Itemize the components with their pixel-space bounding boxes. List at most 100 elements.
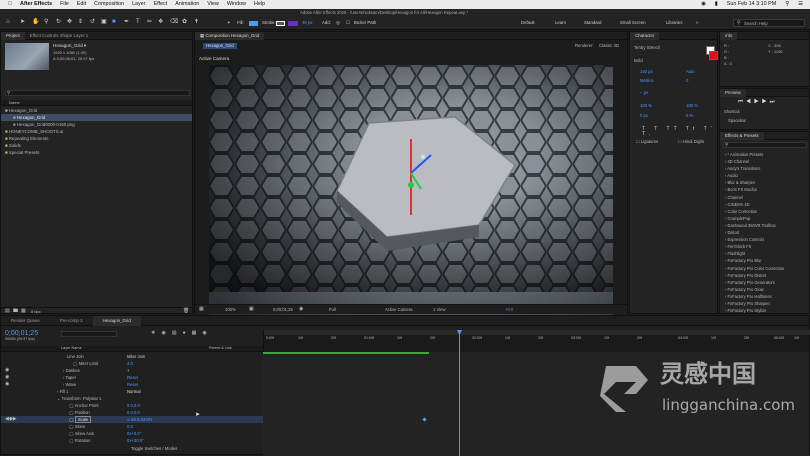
menu-edit[interactable]: Edit [77, 1, 86, 7]
baseline-shift[interactable]: 0 px [640, 113, 648, 118]
font-family[interactable]: Tenby Stencil [634, 45, 660, 50]
tab-info[interactable]: Info [720, 31, 738, 40]
prop-value[interactable]: 0.0,0.0 [127, 409, 140, 416]
prop-row[interactable]: ◯ Scale [69, 416, 92, 423]
resolution-dropdown[interactable]: Full [329, 307, 336, 312]
prop-value[interactable]: 0.0,0.0 [127, 402, 140, 409]
hand-tool-icon[interactable]: ✋ [32, 19, 39, 25]
effect-category[interactable]: › Distort [720, 229, 809, 236]
effect-category[interactable]: › FxFactory Pro Blur [720, 257, 809, 264]
stroke-width-field[interactable]: -- px [640, 90, 648, 95]
prop-value[interactable]: 0.0 [127, 423, 133, 430]
prop-row[interactable]: › Taper [63, 374, 76, 381]
tab-effect-controls[interactable]: Effect Controls Shape Layer 1 [25, 32, 94, 40]
brush-tool-icon[interactable]: ✏ [147, 19, 152, 25]
prop-value[interactable]: Normal [127, 388, 141, 395]
prop-row[interactable]: ⌄ Transform: Polystar 1 [57, 395, 101, 402]
add-label[interactable]: Add: [322, 20, 331, 25]
bezier-checkbox[interactable]: ☐ [346, 20, 350, 25]
effect-category[interactable]: › Audio [720, 172, 809, 179]
menu-effect[interactable]: Effect [154, 1, 168, 7]
vertical-scale[interactable]: 100 % [640, 103, 652, 108]
zoom-tool-icon[interactable]: ⚲ [44, 19, 48, 25]
prop-row[interactable]: ◯ Miter Limit [73, 360, 98, 367]
menu-window[interactable]: Window [227, 1, 246, 7]
horizontal-scale[interactable]: 100 % [686, 103, 698, 108]
dolly-tool-icon[interactable]: ⇕ [78, 19, 83, 25]
effect-category[interactable]: › Expression Controls [720, 236, 809, 243]
effect-category[interactable]: › FxFactory Pro Stylize [720, 307, 809, 314]
new-folder-icon[interactable]: 🖿 [13, 309, 18, 314]
effect-category[interactable]: › CrumplePop [720, 215, 809, 222]
workspace-learn[interactable]: Learn [555, 20, 566, 25]
menu-list-icon[interactable]: ☰ [798, 1, 803, 7]
effect-category[interactable]: › Blur & Sharpen [720, 179, 809, 186]
menu-help[interactable]: Help [254, 1, 265, 7]
tab-preview[interactable]: Preview [720, 88, 746, 97]
eye-icon[interactable]: ◉ [5, 382, 9, 387]
ligatures-checkbox[interactable]: ☐ Ligatures [636, 139, 658, 144]
font-size[interactable]: 140 px [640, 69, 653, 74]
add-plus-icon[interactable]: ◎ [336, 20, 340, 25]
menu-view[interactable]: View [207, 1, 219, 7]
bpc-label[interactable]: 8 bpc [31, 310, 41, 314]
prop-value[interactable]: 0x+30.0° [127, 437, 144, 444]
scale-keyframe[interactable] [422, 417, 427, 422]
tab-effects-presets[interactable]: Effects & Presets [720, 131, 764, 140]
effect-category[interactable]: › 3D Channel [720, 158, 809, 165]
prop-row[interactable]: ◯ Rotation [69, 437, 90, 444]
zoom-dropdown[interactable]: 100% [225, 307, 236, 312]
font-style[interactable]: Bold [634, 58, 643, 63]
project-item[interactable]: ■ Special Presets [1, 149, 192, 156]
prop-row[interactable]: ◯ Skew [69, 423, 85, 430]
workspace-default[interactable]: Default [521, 20, 535, 25]
menu-composition[interactable]: Composition [94, 1, 124, 7]
comp-viewer[interactable] [209, 65, 613, 326]
project-item[interactable]: ■ Hexagon_Grid [1, 114, 192, 121]
selection-tool-icon[interactable]: ➤ [20, 19, 25, 25]
roto-brush-icon[interactable]: ✿ [182, 19, 187, 25]
menu-app[interactable]: After Effects [20, 1, 52, 7]
shortcut-dropdown[interactable]: Spacebar [728, 118, 746, 123]
effect-category[interactable]: › Dashwood 360VR Toolbox [720, 222, 809, 229]
fill-swatch[interactable] [249, 21, 258, 26]
keyframe-nav-icon[interactable]: ◀◆▶ [5, 417, 17, 422]
effect-category[interactable]: › * Animation Presets [720, 151, 809, 158]
search-help-field[interactable]: ⚲ Search Help [733, 19, 805, 27]
interpret-footage-icon[interactable]: ▤ [5, 309, 10, 314]
effect-category[interactable]: › Andy's Transitions [720, 165, 809, 172]
timeline-search-input[interactable] [61, 331, 117, 337]
tab-pre-comp[interactable]: Pre-comp 3 [50, 316, 93, 326]
camera-dropdown[interactable]: Active Camera [385, 307, 412, 312]
new-comp-icon[interactable]: ▦ [21, 309, 26, 314]
effect-category[interactable]: › Color Correction [720, 208, 809, 215]
eye-icon[interactable]: ◉ [5, 375, 9, 380]
col-layer-name[interactable]: Layer Name [61, 346, 82, 351]
tab-project[interactable]: Project [1, 31, 25, 40]
stroke-swatch[interactable] [276, 21, 285, 26]
menu-animation[interactable]: Animation [175, 1, 199, 7]
fit-icon[interactable]: ▣ [249, 307, 254, 312]
menu-layer[interactable]: Layer [132, 1, 146, 7]
eye-icon[interactable]: ◉ [5, 368, 9, 373]
pen-tool-icon[interactable]: ✒ [124, 19, 129, 25]
viewer-timecode[interactable]: 0;00;01;25 [273, 307, 293, 312]
leading[interactable]: Auto [686, 69, 695, 74]
effect-category[interactable]: › Flashlight [720, 250, 809, 257]
prop-row[interactable]: ◯ Anchor Point [69, 402, 99, 409]
effect-category[interactable]: › FxFactory Pro Color Correction [720, 265, 809, 272]
magnification-icon[interactable]: ▦ [199, 307, 204, 312]
tab-character[interactable]: Character [630, 31, 660, 40]
exposure-value[interactable]: +0.0 [505, 307, 513, 312]
effect-category[interactable]: › FxFactory Pro Distort [720, 272, 809, 279]
playhead[interactable] [459, 330, 460, 456]
workspace-more-icon[interactable]: » [696, 20, 698, 25]
effect-category[interactable]: › FxFactory Pro Sharpen [720, 300, 809, 307]
views-dropdown[interactable]: 1 View [433, 307, 446, 312]
clock[interactable]: Sun Feb 14 3:10 PM [727, 1, 776, 7]
tab-composition[interactable]: ▦ Composition Hexagon_Grid [195, 31, 265, 40]
time-ruler[interactable]: 0:00f 10f 20f 01:00f 10f 20f 02:00f 10f … [263, 330, 810, 352]
tracking[interactable]: 0 [686, 78, 688, 83]
prop-value[interactable]: ∞ 63.0,63.0% [127, 416, 152, 423]
project-item[interactable]: ■ Solids [1, 142, 192, 149]
